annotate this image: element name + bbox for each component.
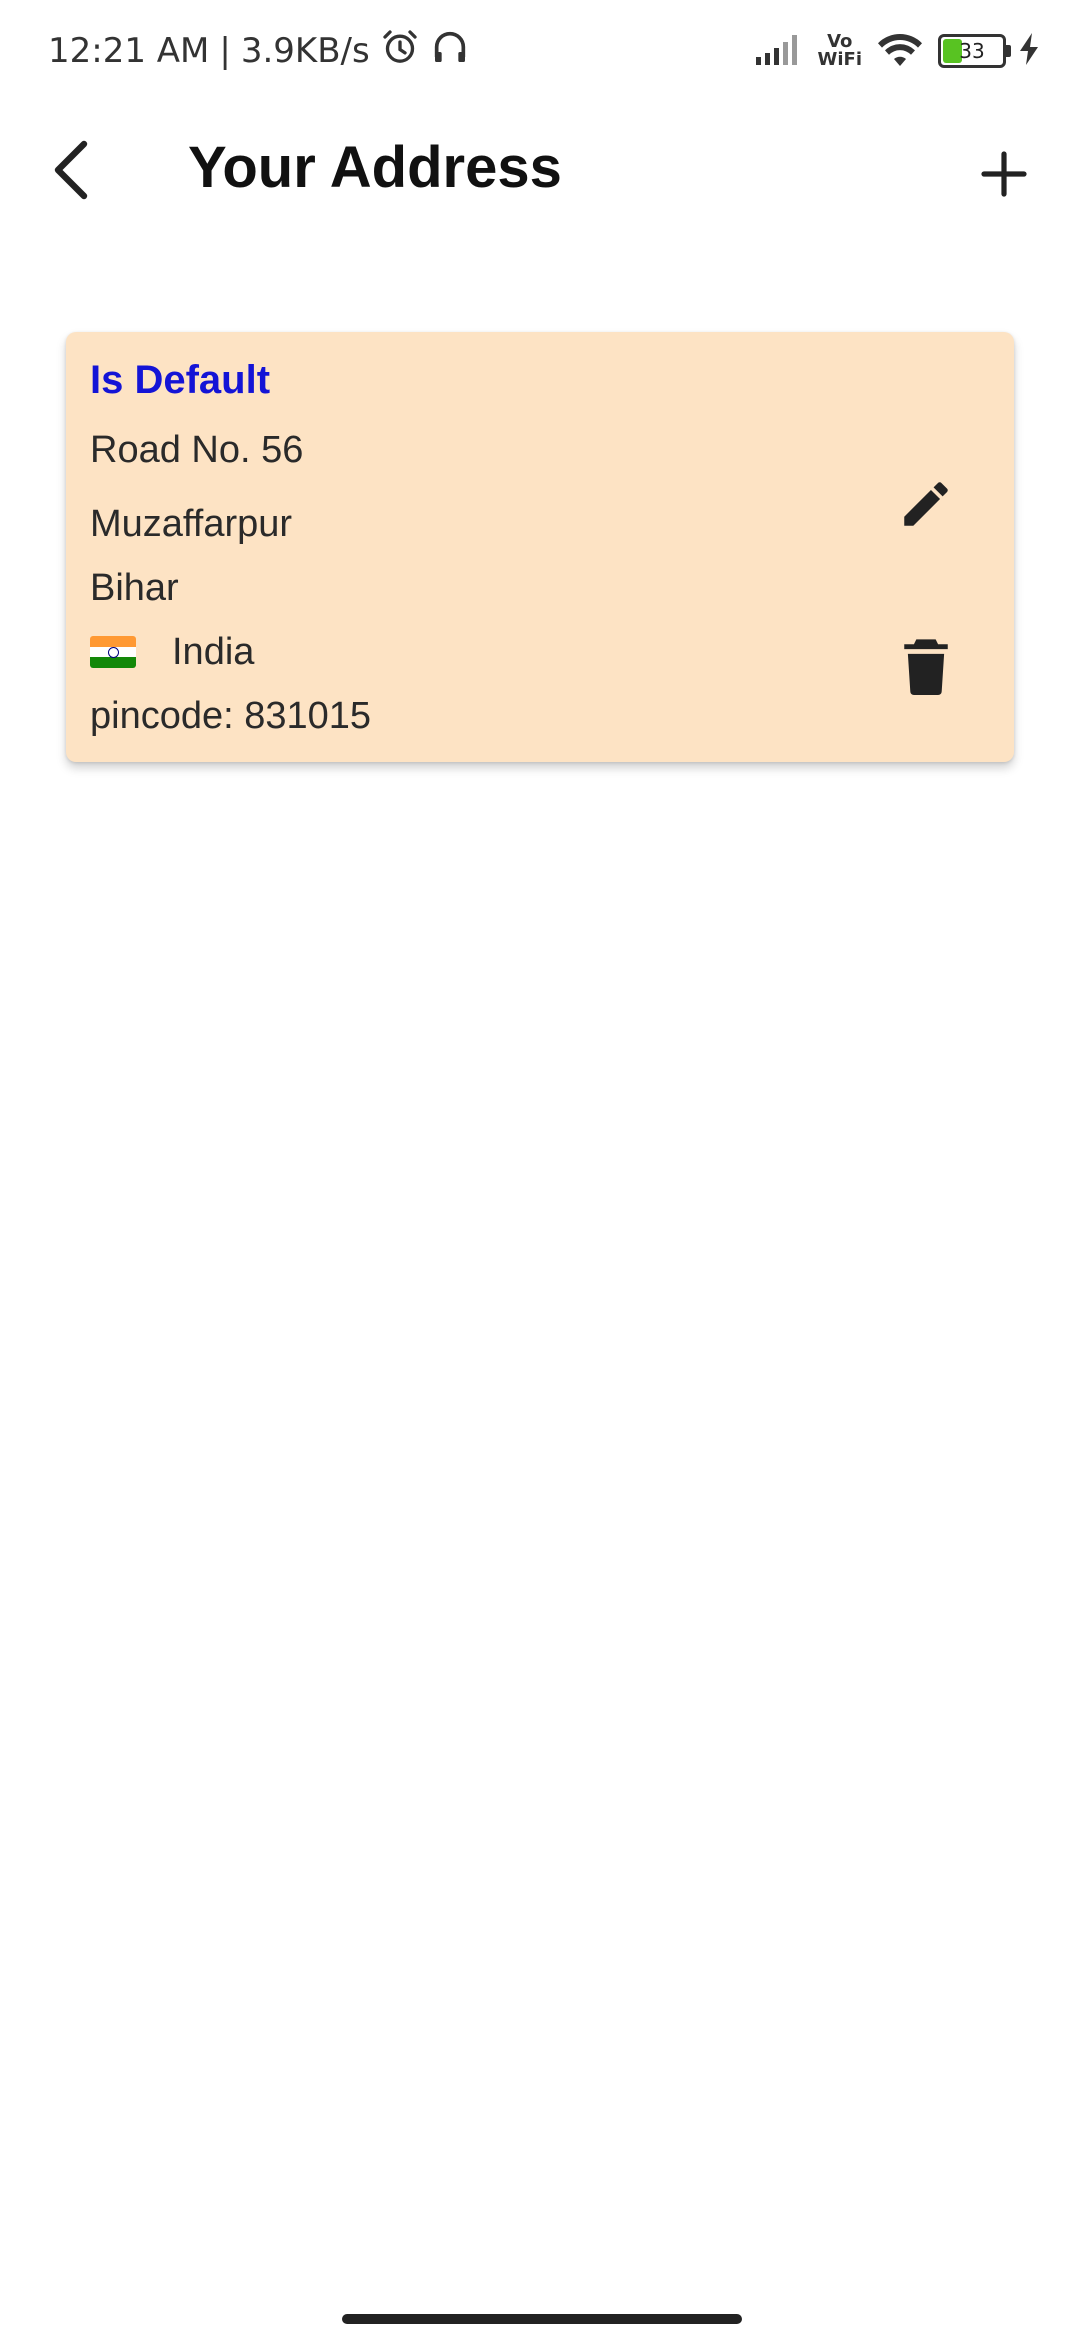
- chevron-left-icon: [50, 140, 94, 204]
- address-pincode: pincode: 831015: [90, 695, 372, 737]
- battery-level: 33: [959, 39, 985, 63]
- edit-icon: [897, 475, 955, 537]
- alarm-icon: [380, 27, 420, 76]
- address-lines: Is Default Road No. 56 Muzaffarpur Bihar…: [90, 352, 371, 744]
- home-indicator[interactable]: [342, 2314, 742, 2324]
- status-bar: 12:21 AM | 3.9KB/s Vo WiFi 33: [0, 0, 1080, 100]
- delete-address-button[interactable]: [886, 628, 966, 708]
- delete-icon: [901, 637, 951, 699]
- india-flag-icon: [90, 636, 136, 668]
- vowifi-indicator: Vo WiFi: [818, 33, 863, 69]
- page-title: Your Address: [188, 135, 562, 200]
- edit-address-button[interactable]: [886, 466, 966, 546]
- address-card[interactable]: Is Default Road No. 56 Muzaffarpur Bihar…: [66, 332, 1014, 762]
- address-line1: Road No. 56: [90, 429, 304, 471]
- status-right: Vo WiFi 33: [754, 26, 1041, 76]
- headphones-icon: [430, 27, 470, 76]
- status-separator: |: [219, 31, 231, 71]
- charging-icon: [1020, 33, 1040, 69]
- status-left: 12:21 AM | 3.9KB/s: [48, 26, 470, 76]
- back-button[interactable]: [40, 140, 104, 204]
- address-country: India: [172, 630, 255, 673]
- battery-icon: 33: [938, 34, 1011, 68]
- status-speed: 3.9KB/s: [240, 31, 370, 71]
- address-city: Muzaffarpur: [90, 503, 293, 545]
- default-label: Is Default: [90, 358, 271, 402]
- add-address-button[interactable]: [968, 140, 1040, 212]
- wifi-icon: [876, 30, 924, 72]
- address-country-row: India: [90, 624, 371, 680]
- vowifi-bottom: WiFi: [817, 49, 863, 70]
- plus-icon: [980, 150, 1028, 202]
- signal-icon: [754, 31, 804, 71]
- address-state: Bihar: [90, 567, 179, 609]
- status-time: 12:21 AM: [48, 31, 210, 71]
- app-bar: Your Address: [0, 100, 1080, 250]
- battery-cap: [1006, 45, 1011, 57]
